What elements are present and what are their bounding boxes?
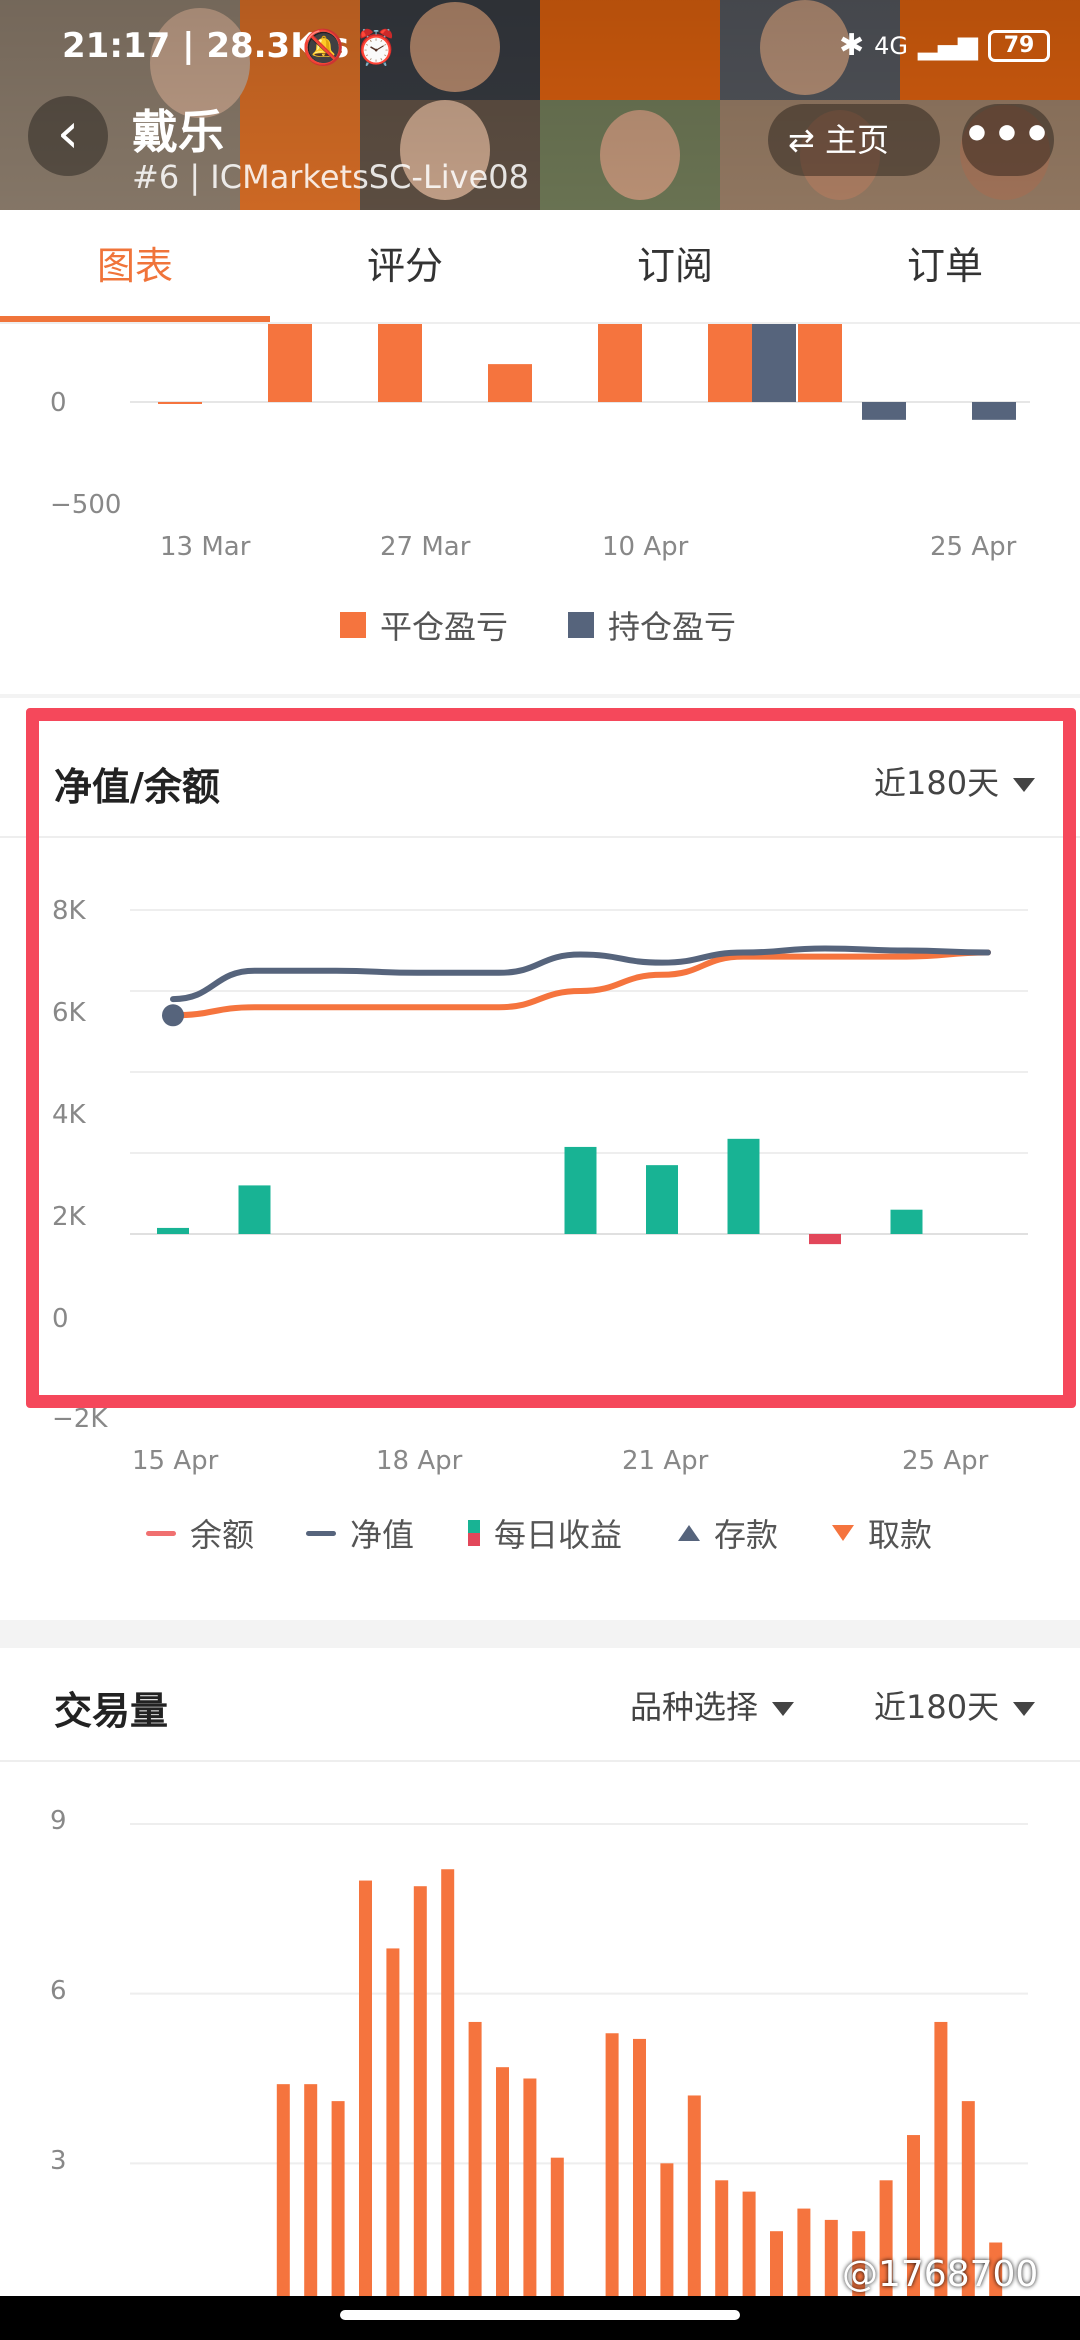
back-button[interactable]: ‹ (28, 96, 108, 176)
caret-down-icon (1013, 1702, 1036, 1716)
volume-period-dropdown[interactable]: 近180天 (874, 1682, 1036, 1728)
legend-withdrawal[interactable]: 取款 (832, 1510, 932, 1556)
page: 21:17 | 28.3K/s 🔕 ⏰ ✱ 4G ▂▄▆ 79 ‹ 戴乐 #6 … (0, 0, 1080, 2340)
vol-ytick-2: 3 (50, 2146, 67, 2176)
legend-line (146, 1530, 176, 1536)
pnl-open-bar (972, 402, 1016, 420)
vol-bar (386, 1948, 400, 2340)
swap-icon: ⇄ (788, 121, 815, 159)
signal-icon: ▂▄▆ (918, 30, 978, 61)
network-indicator: 4G (874, 31, 908, 60)
vol-bar (605, 2033, 619, 2340)
divider (0, 1760, 1080, 1762)
vol-bar (468, 2021, 482, 2340)
vol-bar (359, 1880, 372, 2340)
home-button[interactable]: ⇄ 主页 (768, 104, 940, 176)
pnl-ytick-0: 0 (50, 388, 67, 418)
legend-equity[interactable]: 净值 (306, 1510, 414, 1556)
symbol-filter-dropdown[interactable]: 品种选择 (630, 1682, 795, 1728)
eq-ytick-5: −2K (52, 1404, 108, 1434)
pnl-card: 0 −500 13 Mar 27 Mar 10 Apr 25 Apr 平仓盈亏 … (0, 324, 1080, 694)
pnl-open-bar (862, 402, 906, 420)
vol-bar (633, 2038, 646, 2340)
status-right-group: ✱ 4G ▂▄▆ 79 (839, 28, 1050, 63)
pnl-closed-bar (798, 324, 842, 402)
eq-xtick-1: 18 Apr (376, 1446, 463, 1476)
pnl-xtick-3: 25 Apr (930, 532, 1017, 562)
pnl-closed-bar (158, 402, 202, 404)
pnl-closed-bar (488, 364, 532, 402)
legend-swatch (468, 1520, 480, 1546)
pnl-open-bar (752, 324, 796, 402)
vol-ytick-0: 9 (50, 1806, 67, 1836)
tab-bar: 图表 评分 订阅 订单 (0, 210, 1080, 324)
legend-swatch (568, 612, 594, 638)
tab-active-indicator (0, 316, 270, 322)
pnl-closed-bar (708, 324, 752, 402)
more-button[interactable]: ••• (962, 104, 1054, 176)
legend-deposit[interactable]: 存款 (678, 1510, 778, 1556)
pnl-closed-bar (268, 324, 312, 402)
watermark: @1768700 (842, 2254, 1039, 2295)
pnl-xtick-2: 10 Apr (602, 532, 689, 562)
vol-bar (413, 1886, 427, 2340)
pnl-xtick-0: 13 Mar (160, 532, 251, 562)
legend-daily-profit[interactable]: 每日收益 (468, 1510, 622, 1556)
pnl-xtick-1: 27 Mar (380, 532, 471, 562)
trader-account: #6 | ICMarketsSC-Live08 (132, 158, 530, 196)
status-bar: 21:17 | 28.3K/s 🔕 ⏰ ✱ 4G ▂▄▆ 79 (0, 20, 1080, 80)
profile-header: 21:17 | 28.3K/s 🔕 ⏰ ✱ 4G ▂▄▆ 79 ‹ 戴乐 #6 … (0, 0, 1080, 210)
volume-title: 交易量 (54, 1689, 169, 1733)
legend-closed-pnl[interactable]: 平仓盈亏 (340, 602, 508, 648)
eq-xtick-2: 21 Apr (622, 1446, 709, 1476)
tab-rating[interactable]: 评分 (270, 210, 540, 322)
tab-subscribe[interactable]: 订阅 (540, 210, 810, 322)
eq-xtick-0: 15 Apr (132, 1446, 219, 1476)
pnl-closed-bar (378, 324, 422, 402)
battery-icon: 79 (988, 29, 1050, 62)
pnl-ytick-1: −500 (50, 490, 122, 520)
legend-line (306, 1530, 336, 1536)
highlight-annotation-box (26, 708, 1076, 1408)
trader-name: 戴乐 (132, 105, 224, 159)
legend-open-pnl[interactable]: 持仓盈亏 (568, 602, 736, 648)
triangle-up-icon (678, 1525, 700, 1541)
home-indicator[interactable] (340, 2310, 740, 2320)
pnl-closed-bar (598, 324, 642, 402)
legend-balance[interactable]: 余额 (146, 1510, 254, 1556)
bluetooth-icon: ✱ (838, 28, 865, 63)
vol-ytick-1: 6 (50, 1976, 67, 2006)
chevron-left-icon: ‹ (56, 101, 80, 166)
eq-xtick-3: 25 Apr (902, 1446, 989, 1476)
legend-swatch (340, 612, 366, 638)
caret-down-icon (772, 1702, 795, 1716)
vol-bar (441, 1869, 455, 2340)
tab-orders[interactable]: 订单 (810, 210, 1080, 322)
tab-chart[interactable]: 图表 (0, 210, 270, 322)
triangle-down-icon (832, 1525, 854, 1541)
status-alert-icons: 🔕 ⏰ (302, 28, 398, 68)
